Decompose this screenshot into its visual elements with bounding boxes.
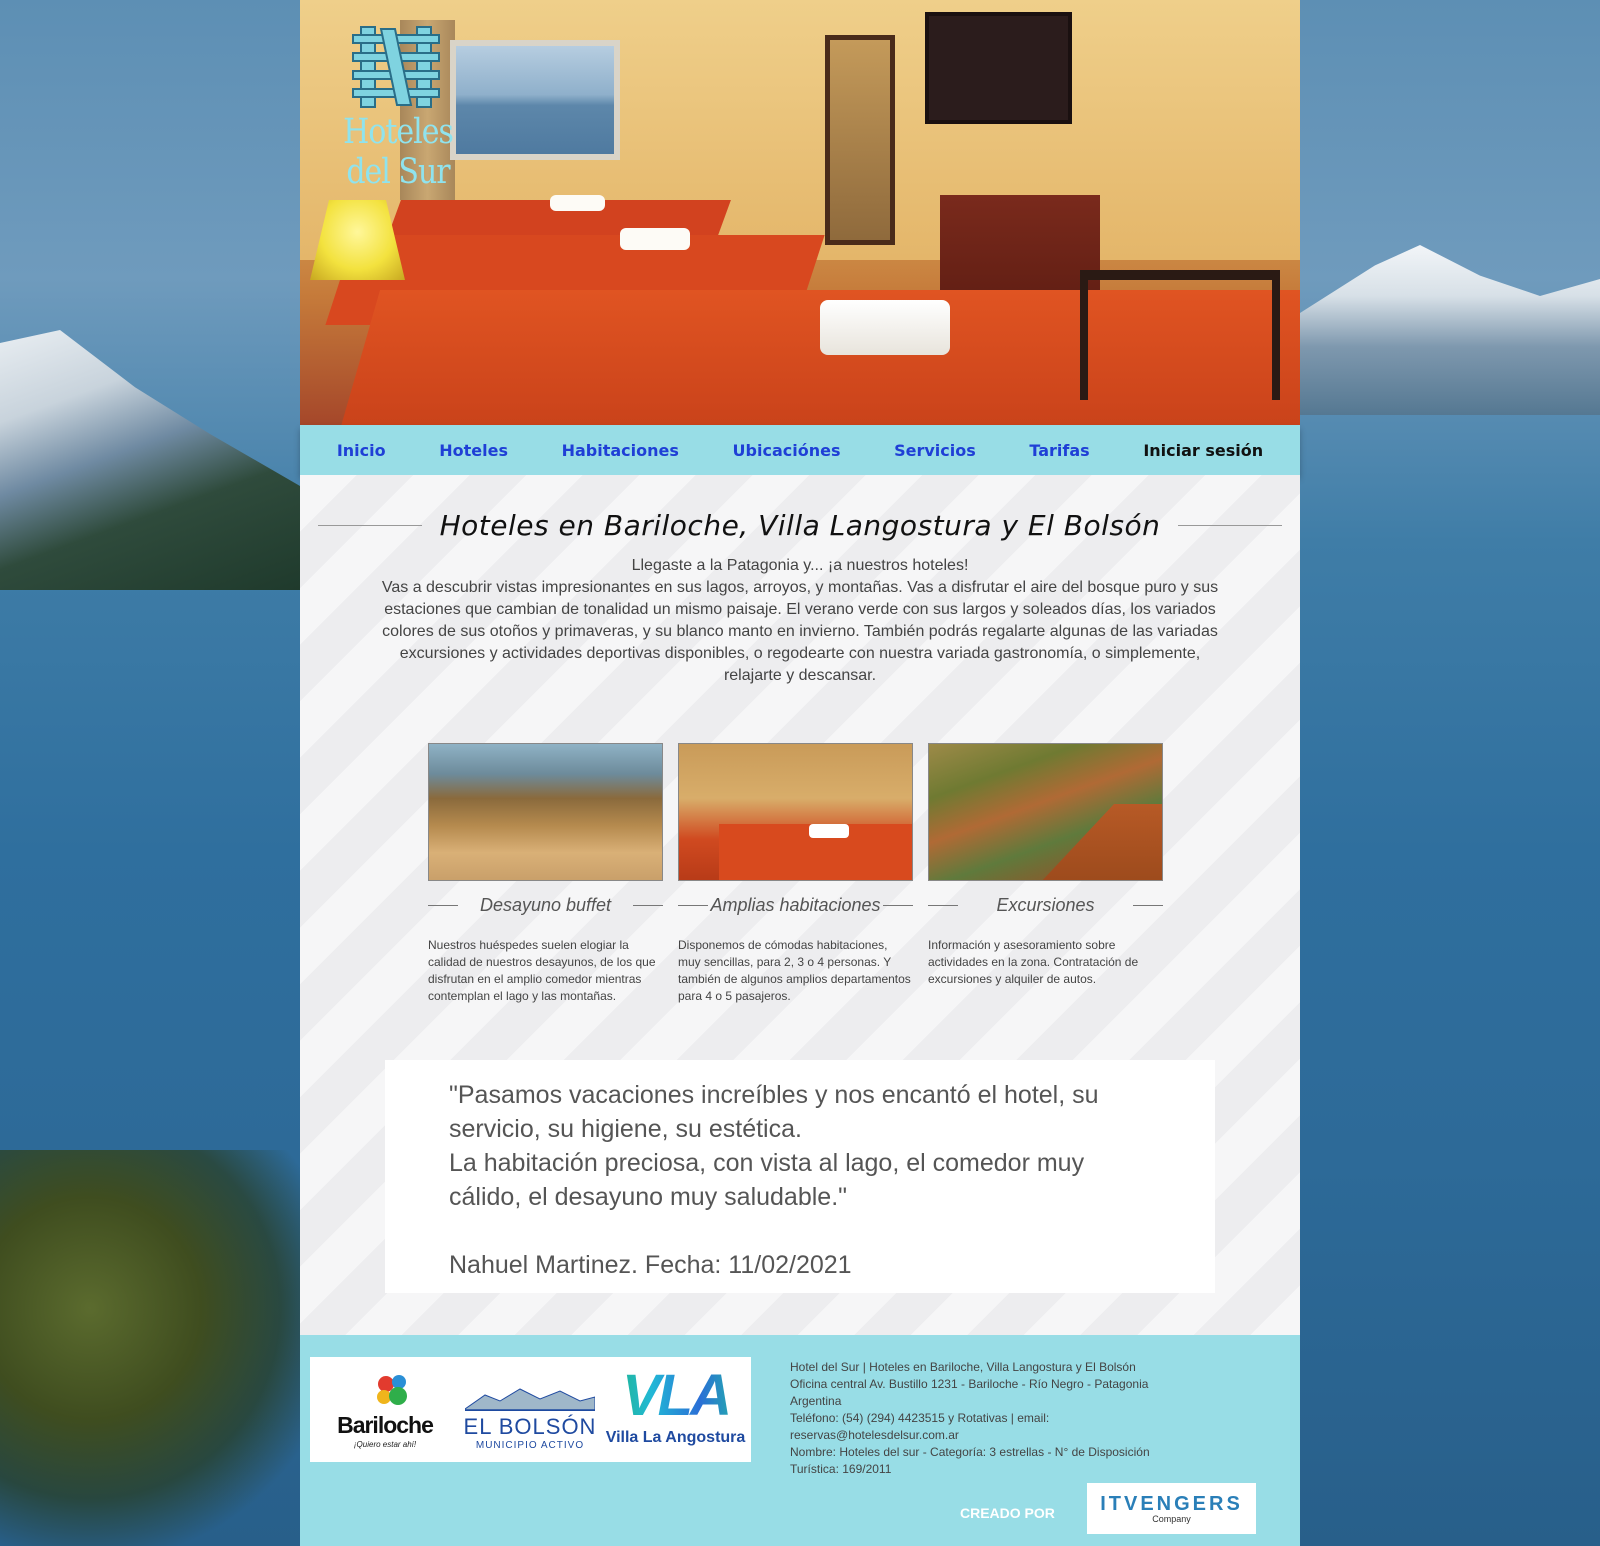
card-excursiones: Excursiones Información y asesoramiento …	[928, 743, 1163, 988]
footer-info: Hotel del Sur | Hoteles en Bariloche, Vi…	[790, 1359, 1180, 1478]
bariloche-dots-icon	[377, 1375, 407, 1405]
intro-line: Llegaste a la Patagonia y... ¡a nuestros…	[631, 557, 969, 574]
el-bolson-logo[interactable]: EL BOLSÓN MUNICIPIO ACTIVO	[460, 1367, 600, 1452]
main-content: Hoteles en Bariloche, Villa Langostura y…	[300, 475, 1300, 1335]
el-bolson-name: EL BOLSÓN	[463, 1414, 597, 1439]
footer-info-line: Oficina central Av. Bustillo 1231 - Bari…	[790, 1377, 1149, 1408]
bariloche-tagline: ¡Quiero estar ahí!	[353, 1440, 417, 1449]
main-nav: Inicio Hoteles Habitaciones Ubicaciónes …	[300, 425, 1300, 475]
background-mountain-right	[1300, 245, 1600, 415]
card-desayuno: Desayuno buffet Nuestros huéspedes suele…	[428, 743, 663, 1005]
vla-name: Villa La Angostura	[605, 1429, 746, 1446]
nav-login[interactable]: Iniciar sesión	[1143, 441, 1263, 460]
card-text: Información y asesoramiento sobre activi…	[928, 938, 1139, 986]
hero-image: Hoteles del Sur	[300, 0, 1300, 425]
testimonial-quote: "Pasamos vacaciones increíbles y nos enc…	[449, 1081, 1099, 1143]
nav-hoteles[interactable]: Hoteles	[439, 441, 508, 460]
nav-tarifas[interactable]: Tarifas	[1029, 441, 1089, 460]
card-title: Desayuno buffet	[479, 894, 612, 915]
card-habitaciones: Amplias habitaciones Disponemos de cómod…	[678, 743, 913, 1005]
card-title: Excursiones	[996, 894, 1095, 915]
card-title: Amplias habitaciones	[710, 894, 881, 915]
intro-body: Vas a descubrir vistas impresionantes en…	[381, 579, 1219, 684]
feature-cards: Desayuno buffet Nuestros huéspedes suele…	[428, 743, 1173, 1033]
vla-mark: VLA	[603, 1365, 748, 1427]
footer-info-line: Hotel del Sur | Hoteles en Bariloche, Vi…	[790, 1360, 1136, 1374]
testimonial-quote-2: La habitación preciosa, con vista al lag…	[449, 1149, 1085, 1211]
testimonial: "Pasamos vacaciones increíbles y nos enc…	[385, 1060, 1215, 1293]
nav-servicios[interactable]: Servicios	[894, 441, 976, 460]
site-logo[interactable]: Hoteles del Sur	[318, 25, 478, 192]
buffet-photo[interactable]	[428, 743, 663, 881]
testimonial-author: Nahuel Martinez. Fecha: 11/02/2021	[449, 1251, 852, 1279]
hotel-logo-icon	[352, 26, 440, 108]
title-divider-right	[1178, 524, 1282, 526]
itvengers-logo[interactable]: ITVENGERS Company	[1087, 1483, 1256, 1534]
site-footer: Bariloche ¡Quiero estar ahí! EL BOLSÓN M…	[300, 1335, 1300, 1546]
background-trees	[0, 1150, 300, 1546]
background-mountain-left	[0, 330, 300, 590]
partner-logos: Bariloche ¡Quiero estar ahí! EL BOLSÓN M…	[310, 1357, 751, 1462]
nav-habitaciones[interactable]: Habitaciones	[562, 441, 679, 460]
bariloche-logo[interactable]: Bariloche ¡Quiero estar ahí!	[320, 1367, 450, 1452]
card-text: Nuestros huéspedes suelen elogiar la cal…	[428, 938, 656, 1003]
mountain-icon	[465, 1388, 595, 1411]
excursions-photo[interactable]	[928, 743, 1163, 881]
rooms-photo[interactable]	[678, 743, 913, 881]
page-title-row: Hoteles en Bariloche, Villa Langostura y…	[318, 505, 1282, 545]
intro-text: Llegaste a la Patagonia y... ¡a nuestros…	[370, 555, 1230, 687]
page-title: Hoteles en Bariloche, Villa Langostura y…	[439, 508, 1161, 542]
villa-la-angostura-logo[interactable]: VLA Villa La Angostura	[603, 1365, 748, 1455]
el-bolson-tagline: MUNICIPIO ACTIVO	[475, 1440, 585, 1451]
footer-info-line: Teléfono: (54) (294) 4423515 y Rotativas…	[790, 1411, 1050, 1442]
card-text: Disponemos de cómodas habitaciones, muy …	[678, 938, 911, 1003]
page-wrapper: Hoteles del Sur Inicio Hoteles Habitacio…	[300, 0, 1300, 1546]
itvengers-name: ITVENGERS	[1100, 1493, 1243, 1515]
logo-text: Hoteles del Sur	[343, 111, 454, 193]
nav-inicio[interactable]: Inicio	[337, 441, 386, 460]
created-by-label: CREADO POR	[960, 1505, 1055, 1521]
footer-info-line: Nombre: Hoteles del sur - Categoría: 3 e…	[790, 1445, 1150, 1476]
nav-ubicaciones[interactable]: Ubicaciónes	[733, 441, 841, 460]
bariloche-name: Bariloche	[337, 1412, 434, 1438]
title-divider-left	[318, 524, 422, 526]
